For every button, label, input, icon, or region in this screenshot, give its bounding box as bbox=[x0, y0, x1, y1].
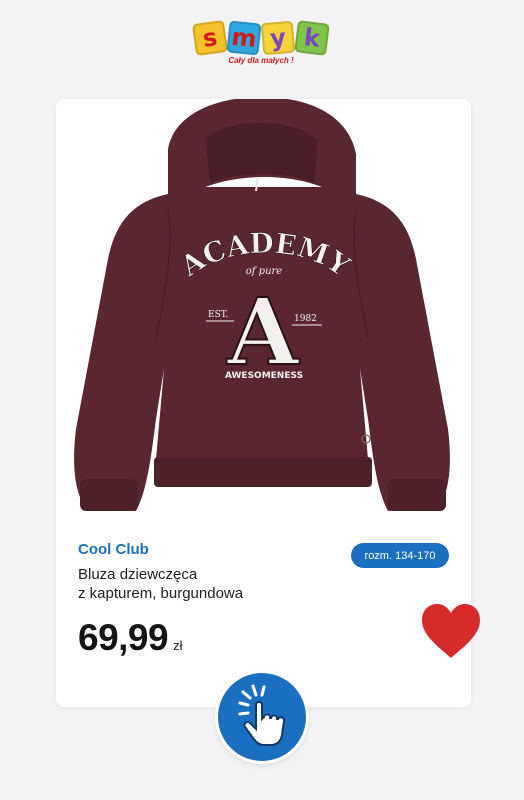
logo-letter-y: y bbox=[260, 20, 296, 56]
product-name[interactable]: Bluza dziewczęca z kapturem, burgundowa bbox=[78, 565, 328, 603]
smyk-logo: s m y k Cały dla małych ! bbox=[186, 19, 336, 74]
product-name-line1: Bluza dziewczęca bbox=[78, 566, 198, 583]
logo-letter-s: s bbox=[191, 19, 229, 57]
product-card[interactable]: ACADEMY of pure A EST. 1982 AWESOMENESS … bbox=[56, 99, 471, 707]
product-image[interactable]: ACADEMY of pure A EST. 1982 AWESOMENESS bbox=[56, 99, 471, 529]
price: 69,99 zł bbox=[78, 617, 182, 659]
hand-tap-icon bbox=[238, 684, 286, 746]
product-name-line2: z kapturem, burgundowa bbox=[78, 585, 244, 602]
logo-letter-k: k bbox=[294, 20, 330, 56]
logo-tagline: Cały dla małych ! bbox=[228, 56, 294, 65]
print-script-text: of pure bbox=[246, 266, 283, 277]
tap-button[interactable] bbox=[218, 673, 306, 761]
price-currency: zł bbox=[173, 638, 183, 653]
print-letter: A bbox=[226, 278, 300, 386]
print-bottom-text: AWESOMENESS bbox=[225, 371, 303, 381]
print-right-text: 1982 bbox=[294, 314, 317, 324]
print-left-text: EST. bbox=[208, 310, 228, 320]
size-badge[interactable]: rozm. 134-170 bbox=[351, 543, 449, 568]
product-brand[interactable]: Cool Club bbox=[78, 541, 149, 558]
logo-letter-m: m bbox=[226, 20, 262, 56]
price-value: 69,99 bbox=[78, 617, 169, 658]
heart-icon[interactable] bbox=[418, 600, 484, 662]
